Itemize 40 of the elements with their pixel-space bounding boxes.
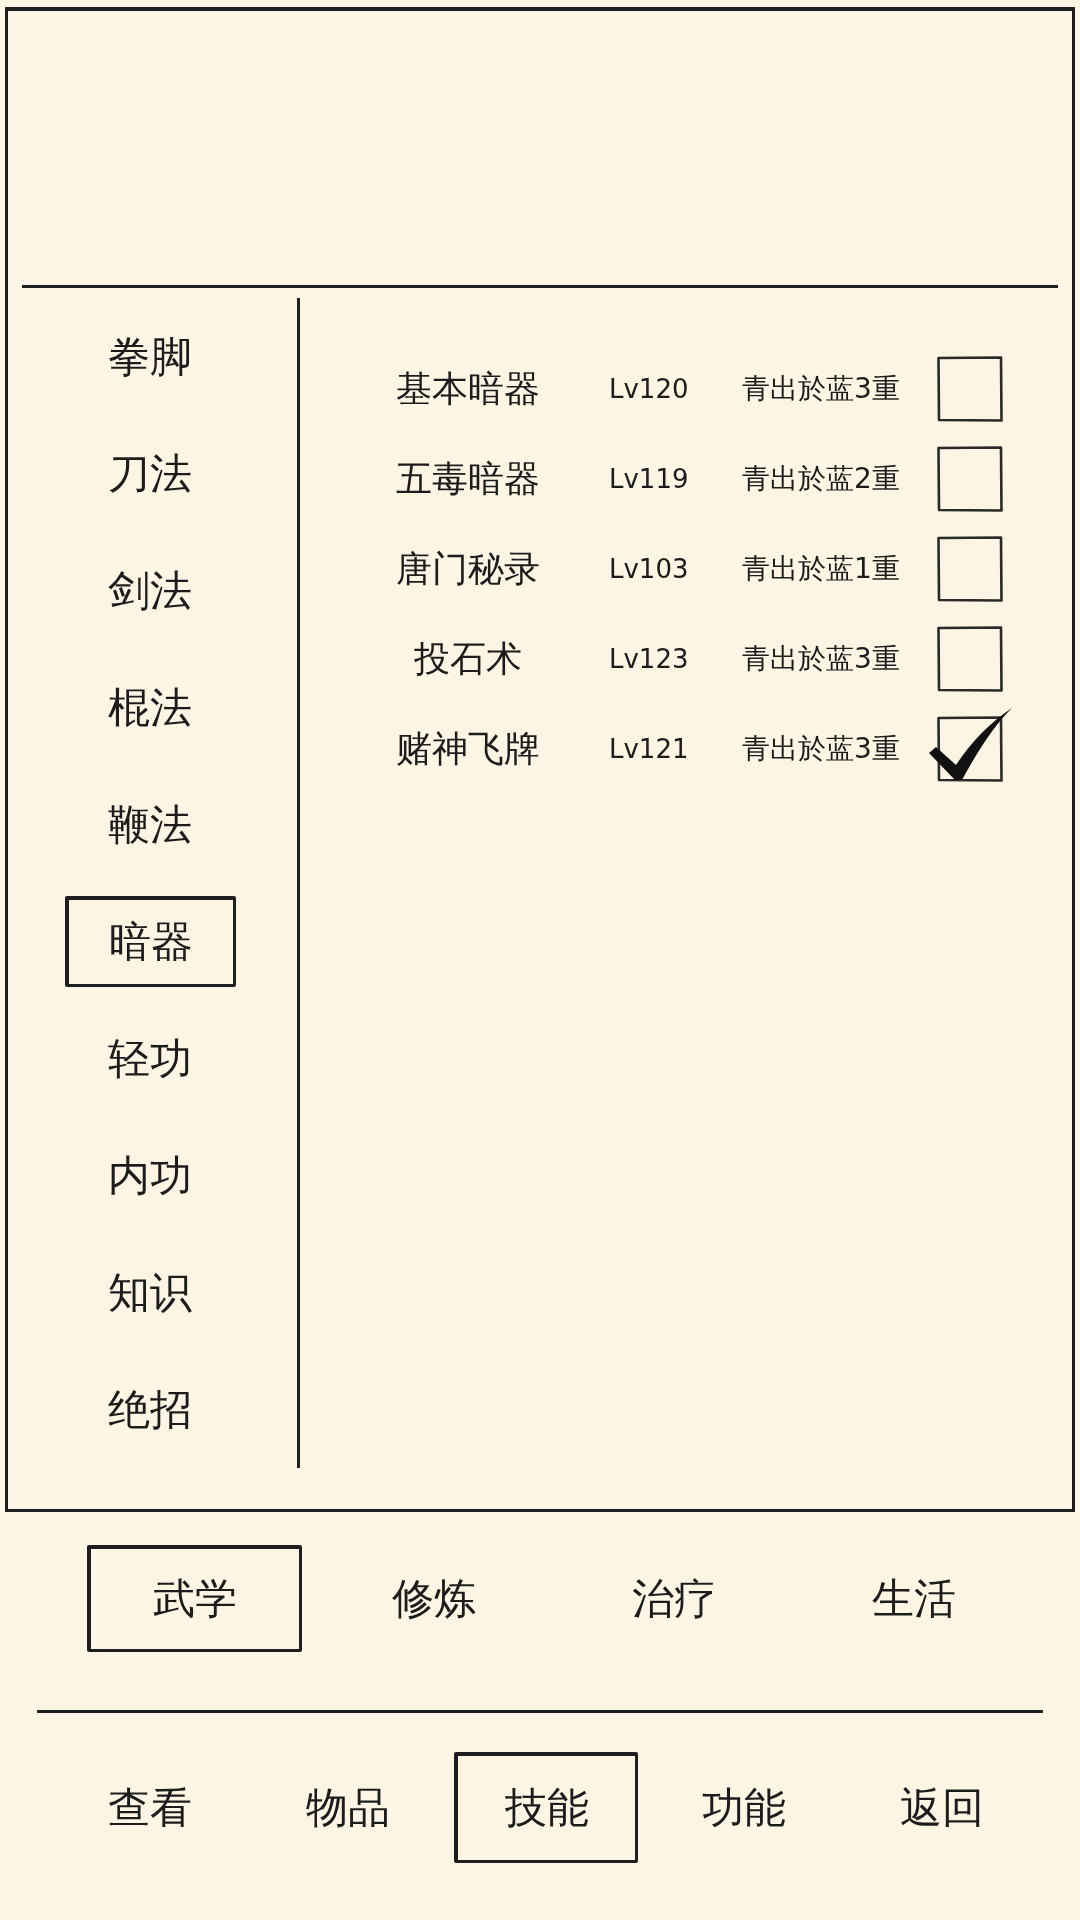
menu-tab[interactable]: 功能 xyxy=(652,1752,836,1863)
sidebar-item[interactable]: 刀法 xyxy=(64,428,236,519)
skill-name: 唐门秘录 xyxy=(396,546,540,591)
checkbox[interactable] xyxy=(937,356,1003,422)
sidebar-item[interactable]: 剑法 xyxy=(64,545,236,636)
skill-name: 赌神飞牌 xyxy=(396,726,540,771)
menu-tab[interactable]: 物品 xyxy=(256,1752,440,1863)
sidebar-item[interactable]: 暗器 xyxy=(64,896,236,987)
sidebar-item[interactable]: 内功 xyxy=(64,1130,236,1221)
skill-level: Lv121 xyxy=(609,734,689,764)
checkbox[interactable] xyxy=(928,708,1013,784)
skill-name: 五毒暗器 xyxy=(396,456,540,501)
category-tab[interactable]: 武学 xyxy=(86,1545,302,1652)
skill-name: 投石术 xyxy=(414,636,522,681)
menu-tab[interactable]: 查看 xyxy=(58,1752,242,1863)
category-tab[interactable]: 生活 xyxy=(806,1545,1022,1652)
menu-tab[interactable]: 返回 xyxy=(850,1752,1034,1863)
category-tab[interactable]: 修炼 xyxy=(326,1545,542,1652)
skill-realm: 青出於蓝2重 xyxy=(742,461,900,497)
menu-tab[interactable]: 技能 xyxy=(454,1752,638,1863)
skill-level: Lv120 xyxy=(609,374,689,404)
skill-level: Lv123 xyxy=(609,644,689,674)
skill-realm: 青出於蓝3重 xyxy=(742,641,900,677)
checkbox[interactable] xyxy=(937,536,1003,602)
skill-name: 基本暗器 xyxy=(396,366,540,411)
checkbox[interactable] xyxy=(937,446,1003,512)
skill-level: Lv103 xyxy=(609,554,689,584)
sidebar-item[interactable]: 知识 xyxy=(64,1247,236,1338)
sidebar-item[interactable]: 轻功 xyxy=(64,1013,236,1104)
sidebar-item[interactable]: 棍法 xyxy=(64,662,236,753)
skill-realm: 青出於蓝3重 xyxy=(742,371,900,407)
category-tab[interactable]: 治疗 xyxy=(566,1545,782,1652)
skill-level: Lv119 xyxy=(609,464,689,494)
skill-realm: 青出於蓝3重 xyxy=(742,731,900,767)
checkmark-icon xyxy=(929,708,1012,780)
sidebar-item[interactable]: 拳脚 xyxy=(64,311,236,402)
checkbox[interactable] xyxy=(937,626,1003,692)
skill-realm: 青出於蓝1重 xyxy=(742,551,900,587)
sidebar-item[interactable]: 绝招 xyxy=(64,1364,236,1455)
sidebar-item[interactable]: 鞭法 xyxy=(64,779,236,870)
